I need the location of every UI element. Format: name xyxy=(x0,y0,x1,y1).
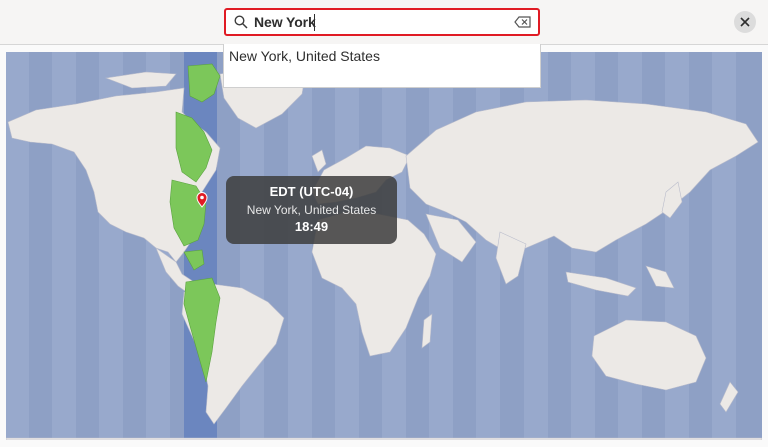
tooltip-city: New York, United States xyxy=(246,203,377,217)
timezone-tooltip: EDT (UTC-04) New York, United States 18:… xyxy=(226,176,397,244)
search-results-popover: New York, United States xyxy=(223,44,541,88)
tooltip-time: 18:49 xyxy=(294,219,329,234)
header-bar: New York xyxy=(0,0,768,45)
timezone-dialog: New York EDT (UTC-04) New York, United S… xyxy=(0,0,768,447)
search-icon xyxy=(234,15,248,29)
search-field[interactable]: New York xyxy=(224,8,540,36)
search-result-item[interactable]: New York, United States xyxy=(229,48,380,64)
location-pin-icon[interactable] xyxy=(196,192,208,208)
close-icon xyxy=(740,17,750,27)
world-map-graphic[interactable] xyxy=(6,52,762,440)
tooltip-timezone: EDT (UTC-04) xyxy=(269,184,354,199)
close-button[interactable] xyxy=(734,11,756,33)
backspace-icon[interactable] xyxy=(514,16,532,28)
world-timezone-map[interactable] xyxy=(6,52,762,440)
search-input[interactable]: New York xyxy=(254,13,316,31)
text-cursor xyxy=(314,14,315,31)
